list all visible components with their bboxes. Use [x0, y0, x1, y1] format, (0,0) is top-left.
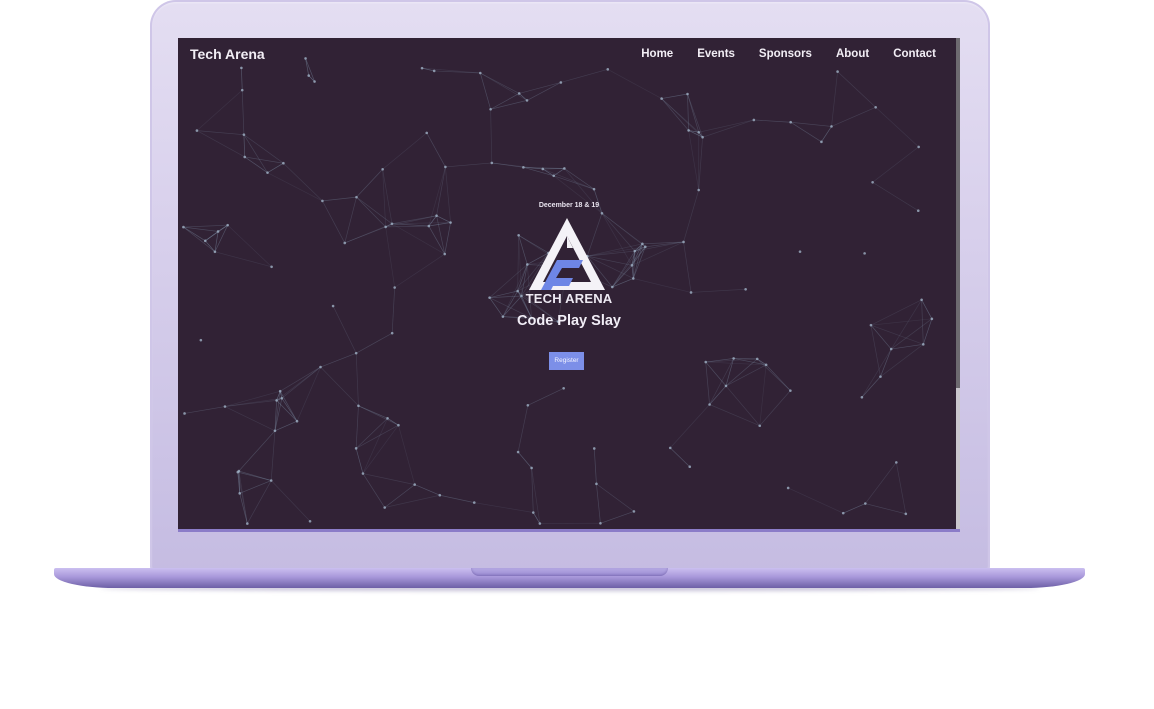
nav-sponsors-link[interactable]: Sponsors [759, 48, 812, 60]
event-date: December 18 & 19 [538, 202, 600, 209]
scrollbar-thumb[interactable] [956, 38, 960, 388]
scrollbar-track[interactable] [956, 38, 960, 532]
hero-tagline: Code Play Slay [517, 313, 621, 329]
register-button[interactable]: Register [549, 352, 584, 370]
laptop-mockup: Tech Arena Home Events Sponsors About Co… [0, 0, 1154, 709]
logo-wordmark: TECH ARENA [525, 291, 613, 306]
nav-home-link[interactable]: Home [641, 48, 673, 60]
laptop-notch [471, 568, 668, 576]
main-nav: Home Events Sponsors About Contact [617, 48, 936, 60]
screen-bottom-edge [178, 529, 960, 532]
nav-about-link[interactable]: About [836, 48, 869, 60]
brand-logo-text[interactable]: Tech Arena [190, 46, 265, 62]
nav-contact-link[interactable]: Contact [893, 48, 936, 60]
website-screen: Tech Arena Home Events Sponsors About Co… [178, 38, 960, 532]
nav-events-link[interactable]: Events [697, 48, 735, 60]
tech-arena-logo-icon [529, 218, 605, 290]
